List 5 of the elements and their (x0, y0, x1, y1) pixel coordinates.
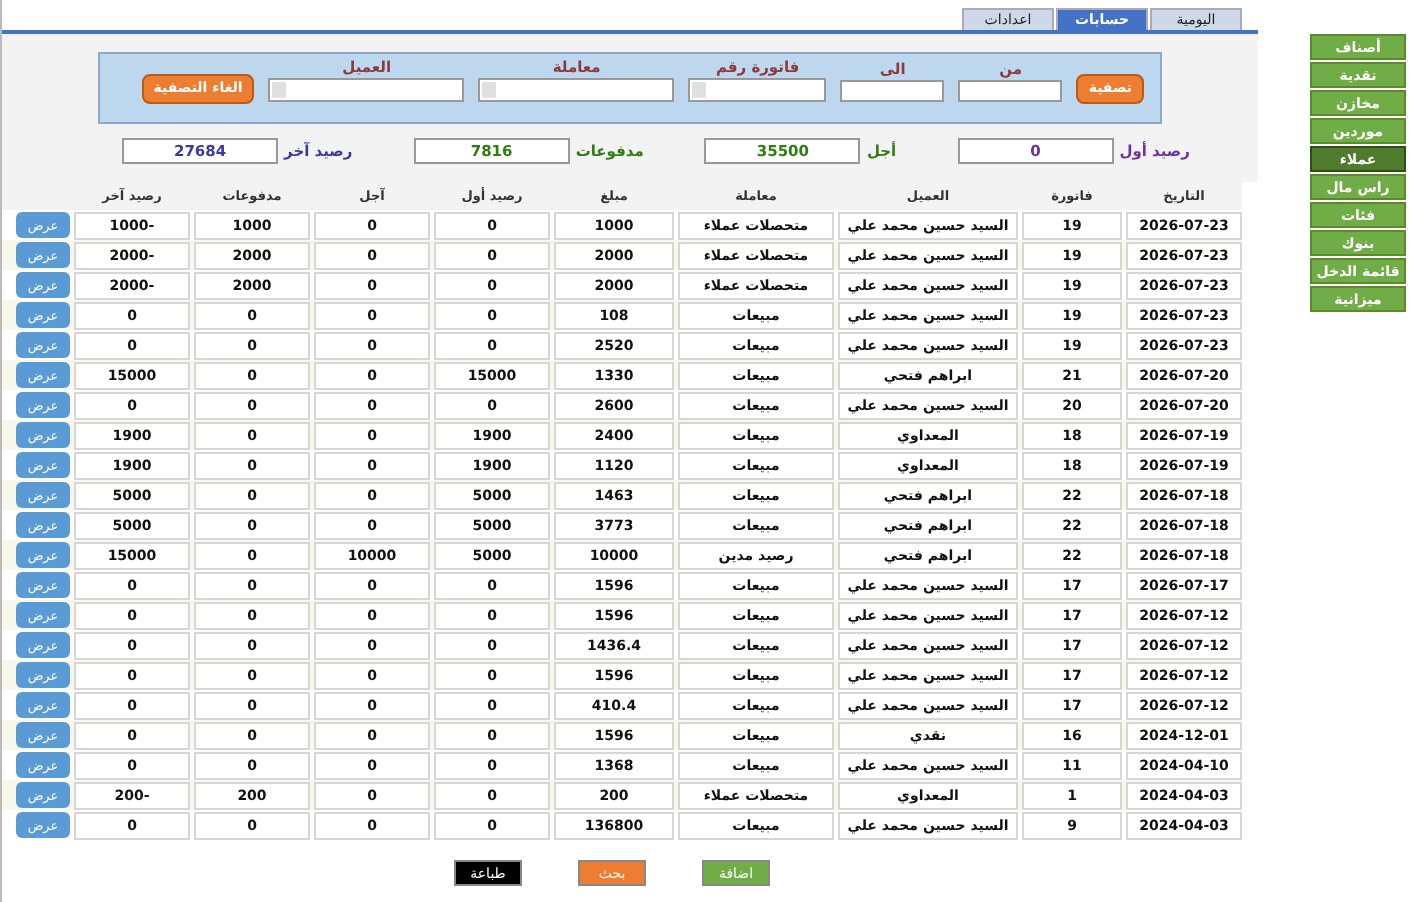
type-dropdown[interactable] (478, 78, 675, 102)
customer-dropdown[interactable] (268, 78, 465, 102)
invoice-dropdown[interactable] (688, 78, 827, 102)
to-field[interactable] (840, 79, 945, 101)
from-field[interactable] (958, 79, 1063, 101)
